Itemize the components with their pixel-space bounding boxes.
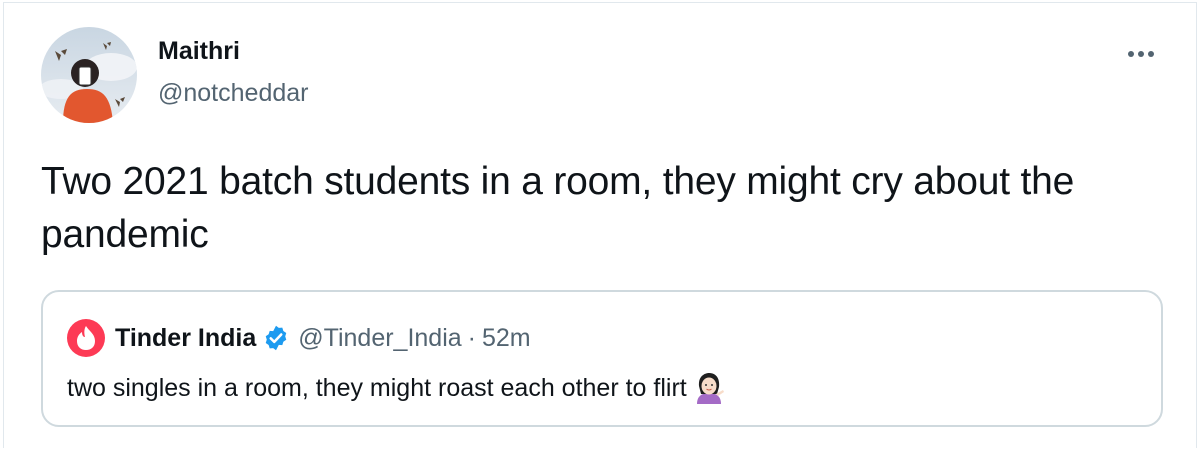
author-name[interactable]: Maithri [158, 35, 240, 67]
tinder-logo-icon[interactable] [67, 319, 105, 357]
woman-tipping-hand-emoji-icon [696, 373, 724, 404]
quoted-tweet-text: two singles in a room, they might roast … [67, 372, 725, 404]
tweet-text: Two 2021 batch students in a room, they … [41, 160, 1075, 256]
author-handle[interactable]: @notcheddar [158, 77, 308, 109]
tweet-card[interactable]: Maithri @notcheddar Two 2021 batch stude… [3, 2, 1197, 448]
quoted-tweet[interactable]: Tinder India @Tinder_India · 52m two sin… [41, 290, 1163, 427]
dot-separator: · [467, 323, 476, 352]
quoted-tweet-header: Tinder India @Tinder_India · 52m [67, 319, 531, 357]
quoted-tweet-time[interactable]: 52m [482, 324, 531, 353]
more-options-icon [1128, 51, 1154, 57]
quoted-tweet-text-content: two singles in a room, they might roast … [67, 373, 687, 402]
more-options-button[interactable] [1124, 39, 1158, 69]
avatar-photo-icon [41, 27, 137, 123]
verified-badge-icon [262, 324, 290, 352]
quoted-author-handle[interactable]: @Tinder_India [298, 324, 461, 353]
quoted-author-name[interactable]: Tinder India [115, 324, 256, 353]
author-avatar[interactable] [41, 27, 137, 123]
